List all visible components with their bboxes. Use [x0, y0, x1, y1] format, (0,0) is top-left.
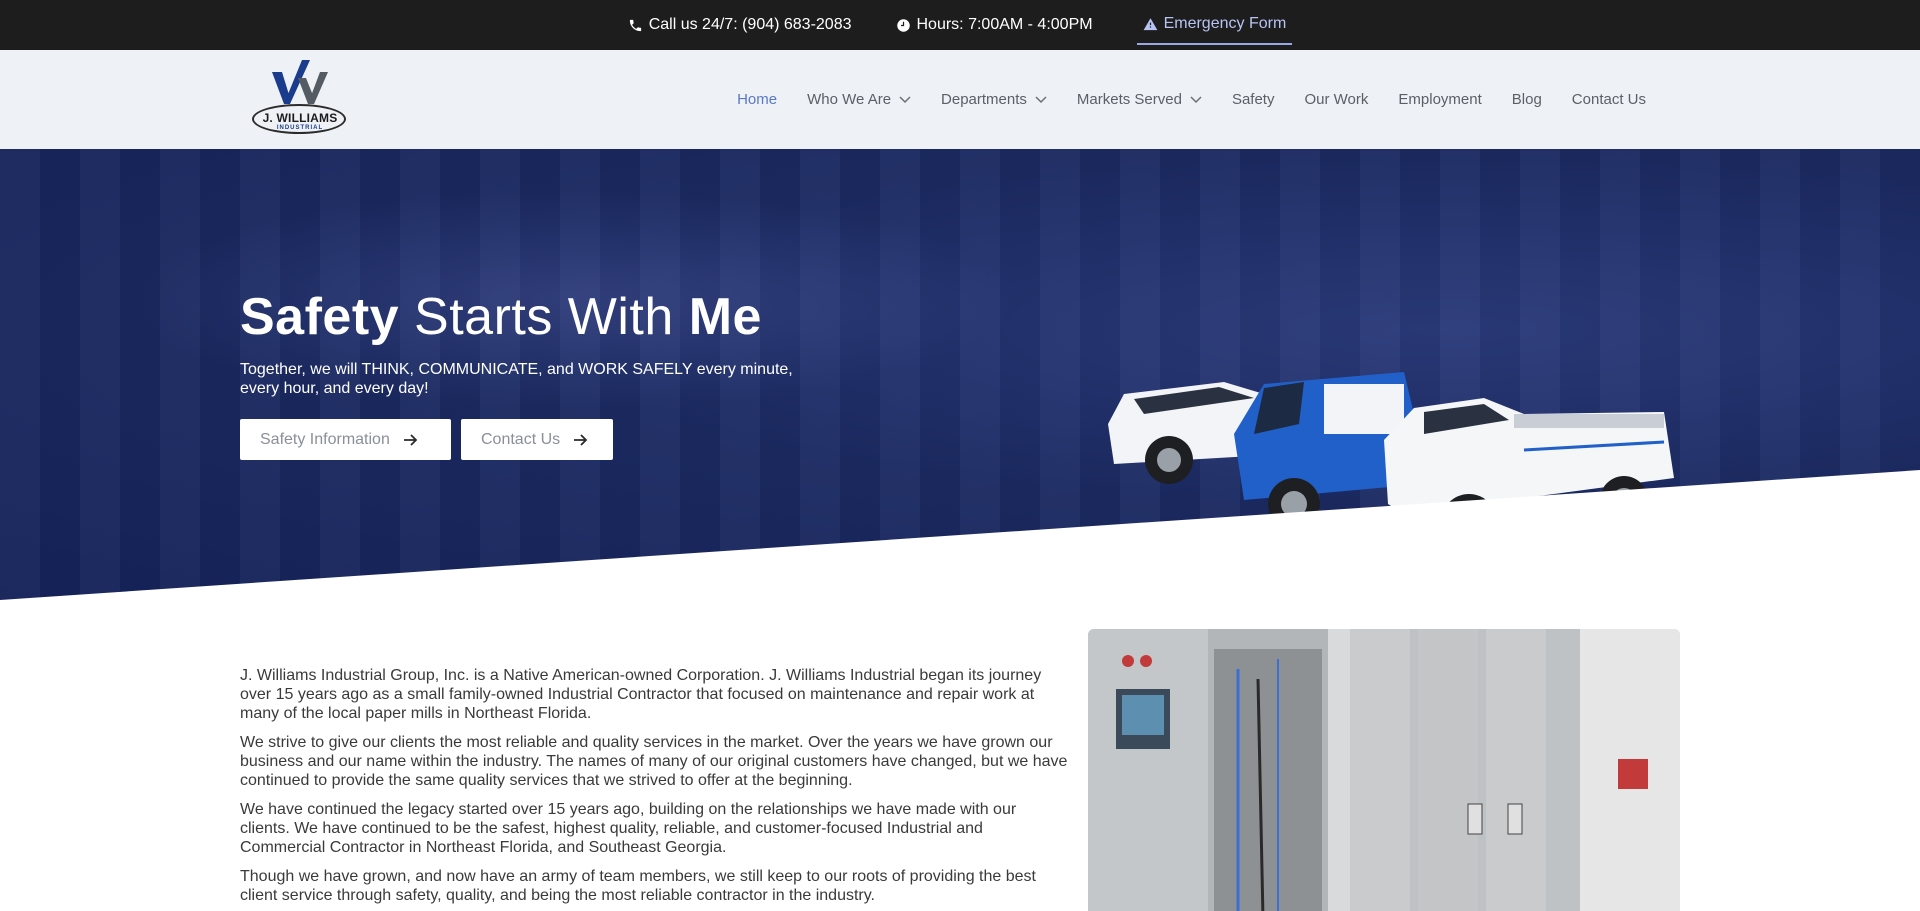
hero-bottom-slant — [0, 470, 1920, 600]
nav-blog[interactable]: Blog — [1497, 91, 1557, 108]
nav-home[interactable]: Home — [722, 91, 792, 108]
emergency-form-link[interactable]: Emergency Form — [1136, 5, 1293, 45]
nav-who-we-are[interactable]: Who We Are — [792, 91, 926, 108]
contact-us-label: Contact Us — [481, 430, 561, 448]
arrow-right-icon — [403, 433, 418, 446]
about-paragraph: We strive to give our clients the most r… — [240, 734, 1068, 789]
hero-banner: Safety Starts With Me Together, we will … — [0, 149, 1920, 600]
top-bar: Call us 24/7: (904) 683-2083 Hours: 7:00… — [0, 0, 1920, 50]
logo-name: J. WILLIAMS — [262, 111, 338, 125]
nav-label: Our Work — [1304, 91, 1369, 108]
electrical-panel-photo — [1088, 629, 1680, 911]
about-paragraph: Though we have grown, and now have an ar… — [240, 868, 1036, 904]
nav-employment[interactable]: Employment — [1383, 91, 1496, 108]
logo-mark-icon — [272, 60, 328, 104]
clock-icon — [896, 18, 910, 32]
company-logo[interactable]: J. WILLIAMS INDUSTRIAL — [250, 56, 350, 142]
hero-tagline: Together, we will THINK, COMMUNICATE, an… — [240, 361, 793, 397]
about-paragraph: We have continued the legacy started ove… — [240, 801, 1017, 856]
about-paragraph: J. Williams Industrial Group, Inc. is a … — [240, 667, 1042, 722]
chevron-down-icon — [899, 95, 911, 103]
nav-label: Markets Served — [1076, 91, 1182, 108]
nav-label: Blog — [1511, 91, 1542, 108]
about-section: J. Williams Industrial Group, Inc. is a … — [240, 666, 1068, 911]
nav-label: Safety — [1231, 91, 1275, 108]
main-nav: Home Who We Are Departments Markets Serv… — [722, 50, 1661, 149]
nav-safety[interactable]: Safety — [1217, 91, 1290, 108]
nav-markets-served[interactable]: Markets Served — [1062, 91, 1217, 108]
phone-text: Call us 24/7: (904) 683-2083 — [648, 16, 852, 33]
logo-subtitle: INDUSTRIAL — [276, 125, 324, 131]
phone-link[interactable]: Call us 24/7: (904) 683-2083 — [628, 0, 852, 50]
nav-label: Employment — [1398, 91, 1482, 108]
arrow-right-icon — [574, 433, 588, 446]
safety-information-button[interactable]: Safety Information — [240, 419, 451, 460]
chevron-down-icon — [1190, 95, 1202, 103]
nav-contact-us[interactable]: Contact Us — [1557, 91, 1661, 108]
contact-us-button[interactable]: Contact Us — [461, 419, 613, 460]
hero-title-bold2: Me — [688, 288, 762, 346]
emergency-text: Emergency Form — [1163, 15, 1287, 32]
hours-text: Hours: 7:00AM - 4:00PM — [916, 16, 1093, 33]
warning-icon — [1143, 17, 1157, 30]
safety-information-label: Safety Information — [260, 430, 390, 448]
chevron-down-icon — [1035, 95, 1047, 103]
nav-label: Contact Us — [1571, 91, 1646, 108]
hero-title-bold1: Safety — [240, 288, 400, 346]
nav-label: Home — [737, 91, 778, 108]
phone-icon — [629, 19, 641, 31]
hero-title-mid: Starts With — [399, 288, 689, 346]
nav-our-work[interactable]: Our Work — [1289, 91, 1383, 108]
nav-label: Who We Are — [807, 91, 892, 108]
site-header: J. WILLIAMS INDUSTRIAL Home Who We Are D… — [0, 50, 1920, 149]
electrical-panel-illustration — [1088, 629, 1680, 911]
hero-title: Safety Starts With Me — [240, 287, 762, 347]
nav-departments[interactable]: Departments — [926, 91, 1062, 108]
hours-info: Hours: 7:00AM - 4:00PM — [896, 0, 1093, 50]
nav-label: Departments — [941, 91, 1027, 108]
